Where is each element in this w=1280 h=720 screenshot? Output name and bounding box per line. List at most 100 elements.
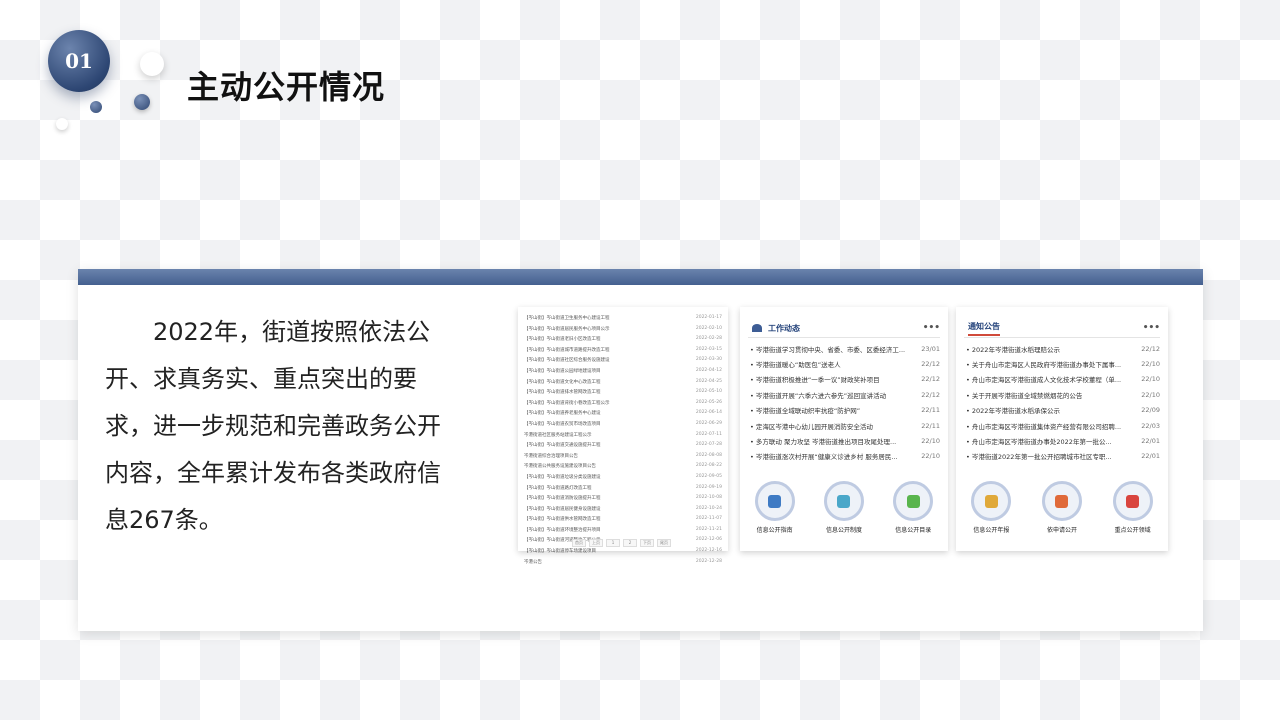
quick-link-label[interactable]: 信息公开指南	[757, 525, 793, 534]
pager-button[interactable]: 下页	[640, 539, 654, 547]
list-item-title[interactable]: 【岑山街】岑山街道环境整治提升项目	[524, 527, 601, 538]
quick-link-icon[interactable]	[1041, 481, 1082, 521]
list-item[interactable]: 【岑山街】岑山街道垃圾分类设施建设 2022-09-05	[524, 474, 722, 485]
list-item-title[interactable]: 岑港街道社区服务站建设工程公示	[524, 432, 592, 443]
list-item[interactable]: 岑港街道综合治理项目公告 2022-08-08	[524, 453, 722, 464]
pager-button[interactable]: 上页	[589, 539, 603, 547]
list-item-title[interactable]: 【岑山街】岑山街道城市道路提升改造工程	[524, 347, 610, 358]
list-item[interactable]: 【岑山街】岑山街道居民服务中心项目公示 2022-02-10	[524, 326, 722, 337]
list-item[interactable]: 【岑山街】岑山街道社区综合服务设施建设 2022-03-30	[524, 357, 722, 368]
list-item-title[interactable]: 【岑山街】岑山街道消防设施提升工程	[524, 495, 601, 506]
list-item-title[interactable]: 【岑山街】岑山街道社区综合服务设施建设	[524, 357, 610, 368]
list-item-title[interactable]: • 关于舟山市定海区人民政府岑港街道办事处下属事...	[966, 359, 1121, 369]
list-item-title[interactable]: • 舟山市定海区岑港街道集体资产经营有限公司招聘...	[966, 421, 1121, 431]
list-item-title[interactable]: 【岑山街】岑山街道停车场建设项目	[524, 548, 596, 559]
quick-link[interactable]: 信息公开年报	[961, 481, 1021, 534]
list-item[interactable]: 【岑山街】岑山街道文化中心改造工程 2022-04-25	[524, 379, 722, 390]
list-item-title[interactable]: 【岑山街】岑山街道农贸市场改造项目	[524, 421, 601, 432]
more-icon[interactable]: •••	[923, 323, 940, 333]
list-item[interactable]: 【岑山街】岑山街道卫生服务中心建设工程 2022-01-17	[524, 315, 722, 326]
list-item[interactable]: • 岑港街道全域联动织牢抗疫“防护网” 22/11	[750, 403, 940, 418]
list-item[interactable]: 【岑山街】岑山街道老旧小区改造工程 2022-02-28	[524, 336, 722, 347]
pager-button[interactable]: 1	[606, 539, 620, 547]
list-item[interactable]: • 舟山市定海区岑港街道集体资产经营有限公司招聘... 22/03	[966, 418, 1160, 433]
list-item[interactable]: 【岑山街】岑山街道农贸市场改造项目 2022-06-29	[524, 421, 722, 432]
list-item-title[interactable]: • 定海区岑港中心幼儿园开展消防安全活动	[750, 421, 873, 431]
list-item-title[interactable]: 【岑山街】岑山街道背街小巷改造工程公示	[524, 400, 610, 411]
list-item[interactable]: • 岑港街道2022年第一批公开招聘城市社区专职... 22/01	[966, 449, 1160, 464]
list-item[interactable]: • 岑港街道开展“六季六进六参先”巡回宣讲活动 22/12	[750, 387, 940, 402]
list-item-title[interactable]: 【岑山街】岑山街道养老服务中心建设	[524, 410, 601, 421]
list-item[interactable]: • 多方联动 聚力攻坚 岑港街道推出项目攻尾处理... 22/10	[750, 433, 940, 448]
list-item[interactable]: • 2022年岑港街道水稻理赔公示 22/12	[966, 341, 1160, 356]
list-item[interactable]: • 岑港街道学习贯彻中央、省委、市委、区委经济工... 23/01	[750, 341, 940, 356]
list-item-title[interactable]: • 岑港街道学习贯彻中央、省委、市委、区委经济工...	[750, 344, 905, 354]
list-item-title[interactable]: • 2022年岑港街道水稻理赔公示	[966, 344, 1060, 354]
more-icon[interactable]: •••	[1143, 323, 1160, 333]
list-item[interactable]: • 2022年岑港街道水稻承保公示 22/09	[966, 403, 1160, 418]
list-item-title[interactable]: 岑港街道综合治理项目公告	[524, 453, 578, 464]
pager-button[interactable]: 首页	[572, 539, 586, 547]
list-item-title[interactable]: 【岑山街】岑山街道公园绿地建设项目	[524, 368, 601, 379]
list-item[interactable]: • 岑港街道积极推进“一季一议”财政奖补项目 22/12	[750, 372, 940, 387]
list-item-title[interactable]: • 岑港街道开展“六季六进六参先”巡回宣讲活动	[750, 390, 886, 400]
quick-link[interactable]: 重点公开领域	[1103, 481, 1163, 534]
quick-link-icon[interactable]	[971, 481, 1012, 521]
quick-link-label[interactable]: 信息公开制度	[826, 525, 862, 534]
list-item-title[interactable]: 岑港公告	[524, 559, 542, 570]
list-item[interactable]: 【岑山街】岑山街道停车场建设项目 2022-12-16	[524, 548, 722, 559]
list-item-title[interactable]: 【岑山街】岑山街道卫生服务中心建设工程	[524, 315, 610, 326]
list-item-title[interactable]: 【岑山街】岑山街道文化中心改造工程	[524, 379, 601, 390]
list-item[interactable]: 【岑山街】岑山街道消防设施提升工程 2022-10-08	[524, 495, 722, 506]
list-item[interactable]: • 定海区岑港中心幼儿园开展消防安全活动 22/11	[750, 418, 940, 433]
list-item-title[interactable]: 【岑山街】岑山街道排水管网改造工程	[524, 389, 601, 400]
quick-link[interactable]: 信息公开指南	[745, 481, 805, 534]
list-item-title[interactable]: • 岑港街道暖心“助医包”送老人	[750, 359, 841, 369]
list-item[interactable]: 【岑山街】岑山街道居民健身设施建设 2022-10-24	[524, 506, 722, 517]
list-item-title[interactable]: 【岑山街】岑山街道居民健身设施建设	[524, 506, 601, 517]
list-item-title[interactable]: • 岑港街道2022年第一批公开招聘城市社区专职...	[966, 451, 1112, 461]
list-item[interactable]: 【岑山街】岑山街道城市道路提升改造工程 2022-03-15	[524, 347, 722, 358]
list-item[interactable]: 【岑山街】岑山街道养老服务中心建设 2022-06-14	[524, 410, 722, 421]
quick-link-icon[interactable]	[754, 481, 795, 521]
quick-link[interactable]: 依申请公开	[1032, 481, 1092, 534]
list-item[interactable]: 【岑山街】岑山街道路灯改造工程 2022-09-19	[524, 485, 722, 496]
list-item-title[interactable]: • 关于开展岑港街道全域禁燃烟花的公告	[966, 390, 1082, 400]
pager-button[interactable]: 尾页	[657, 539, 671, 547]
list-item-title[interactable]: • 岑港街道涨次村开展“健康义诊进乡村 服务居民...	[750, 451, 898, 461]
list-item-title[interactable]: 【岑山街】岑山街道居民服务中心项目公示	[524, 326, 610, 337]
list-item-title[interactable]: 【岑山街】岑山街道交通设施提升工程	[524, 442, 601, 453]
list-item-title[interactable]: 【岑山街】岑山街道供水管网改造工程	[524, 516, 601, 527]
list-item[interactable]: 【岑山街】岑山街道公园绿地建设项目 2022-04-12	[524, 368, 722, 379]
list-item[interactable]: 【岑山街】岑山街道交通设施提升工程 2022-07-28	[524, 442, 722, 453]
list-item-title[interactable]: • 岑港街道积极推进“一季一议”财政奖补项目	[750, 374, 880, 384]
list-item[interactable]: • 岑港街道暖心“助医包”送老人 22/12	[750, 356, 940, 371]
list-item[interactable]: • 舟山市定海区岑港街道办事处2022年第一批公... 22/01	[966, 433, 1160, 448]
list-item[interactable]: 岑港街道社区服务站建设工程公示 2022-07-11	[524, 432, 722, 443]
quick-link-label[interactable]: 信息公开目录	[895, 525, 931, 534]
list-item-title[interactable]: 【岑山街】岑山街道垃圾分类设施建设	[524, 474, 601, 485]
list-item-title[interactable]: 【岑山街】岑山街道路灯改造工程	[524, 485, 592, 496]
list-item[interactable]: 【岑山街】岑山街道供水管网改造工程 2022-11-07	[524, 516, 722, 527]
list-item-title[interactable]: • 舟山市定海区岑港街道成人文化技术学校董程（单...	[966, 374, 1121, 384]
quick-link-label[interactable]: 信息公开年报	[973, 525, 1009, 534]
list-item-title[interactable]: • 岑港街道全域联动织牢抗疫“防护网”	[750, 405, 860, 415]
quick-link-icon[interactable]	[1112, 481, 1153, 521]
list-item-title[interactable]: • 舟山市定海区岑港街道办事处2022年第一批公...	[966, 436, 1112, 446]
quick-link[interactable]: 信息公开制度	[814, 481, 874, 534]
quick-link-label[interactable]: 依申请公开	[1047, 525, 1077, 534]
list-item[interactable]: 【岑山街】岑山街道排水管网改造工程 2022-05-10	[524, 389, 722, 400]
list-item-title[interactable]: • 多方联动 聚力攻坚 岑港街道推出项目攻尾处理...	[750, 436, 896, 446]
list-item[interactable]: • 关于开展岑港街道全域禁燃烟花的公告 22/10	[966, 387, 1160, 402]
quick-link-icon[interactable]	[823, 481, 864, 521]
list-item[interactable]: • 关于舟山市定海区人民政府岑港街道办事处下属事... 22/10	[966, 356, 1160, 371]
list-item[interactable]: 岑港公告 2022-12-28	[524, 559, 722, 570]
quick-link-icon[interactable]	[893, 481, 934, 521]
list-item[interactable]: • 岑港街道涨次村开展“健康义诊进乡村 服务居民... 22/10	[750, 449, 940, 464]
list-item[interactable]: • 舟山市定海区岑港街道成人文化技术学校董程（单... 22/10	[966, 372, 1160, 387]
list-item-title[interactable]: 【岑山街】岑山街道老旧小区改造工程	[524, 336, 601, 347]
list-item[interactable]: 【岑山街】岑山街道环境整治提升项目 2022-11-21	[524, 527, 722, 538]
list-item-title[interactable]: 岑港街道公共服务设施建设项目公告	[524, 463, 596, 474]
list-item[interactable]: 【岑山街】岑山街道背街小巷改造工程公示 2022-05-26	[524, 400, 722, 411]
pager-button[interactable]: 2	[623, 539, 637, 547]
